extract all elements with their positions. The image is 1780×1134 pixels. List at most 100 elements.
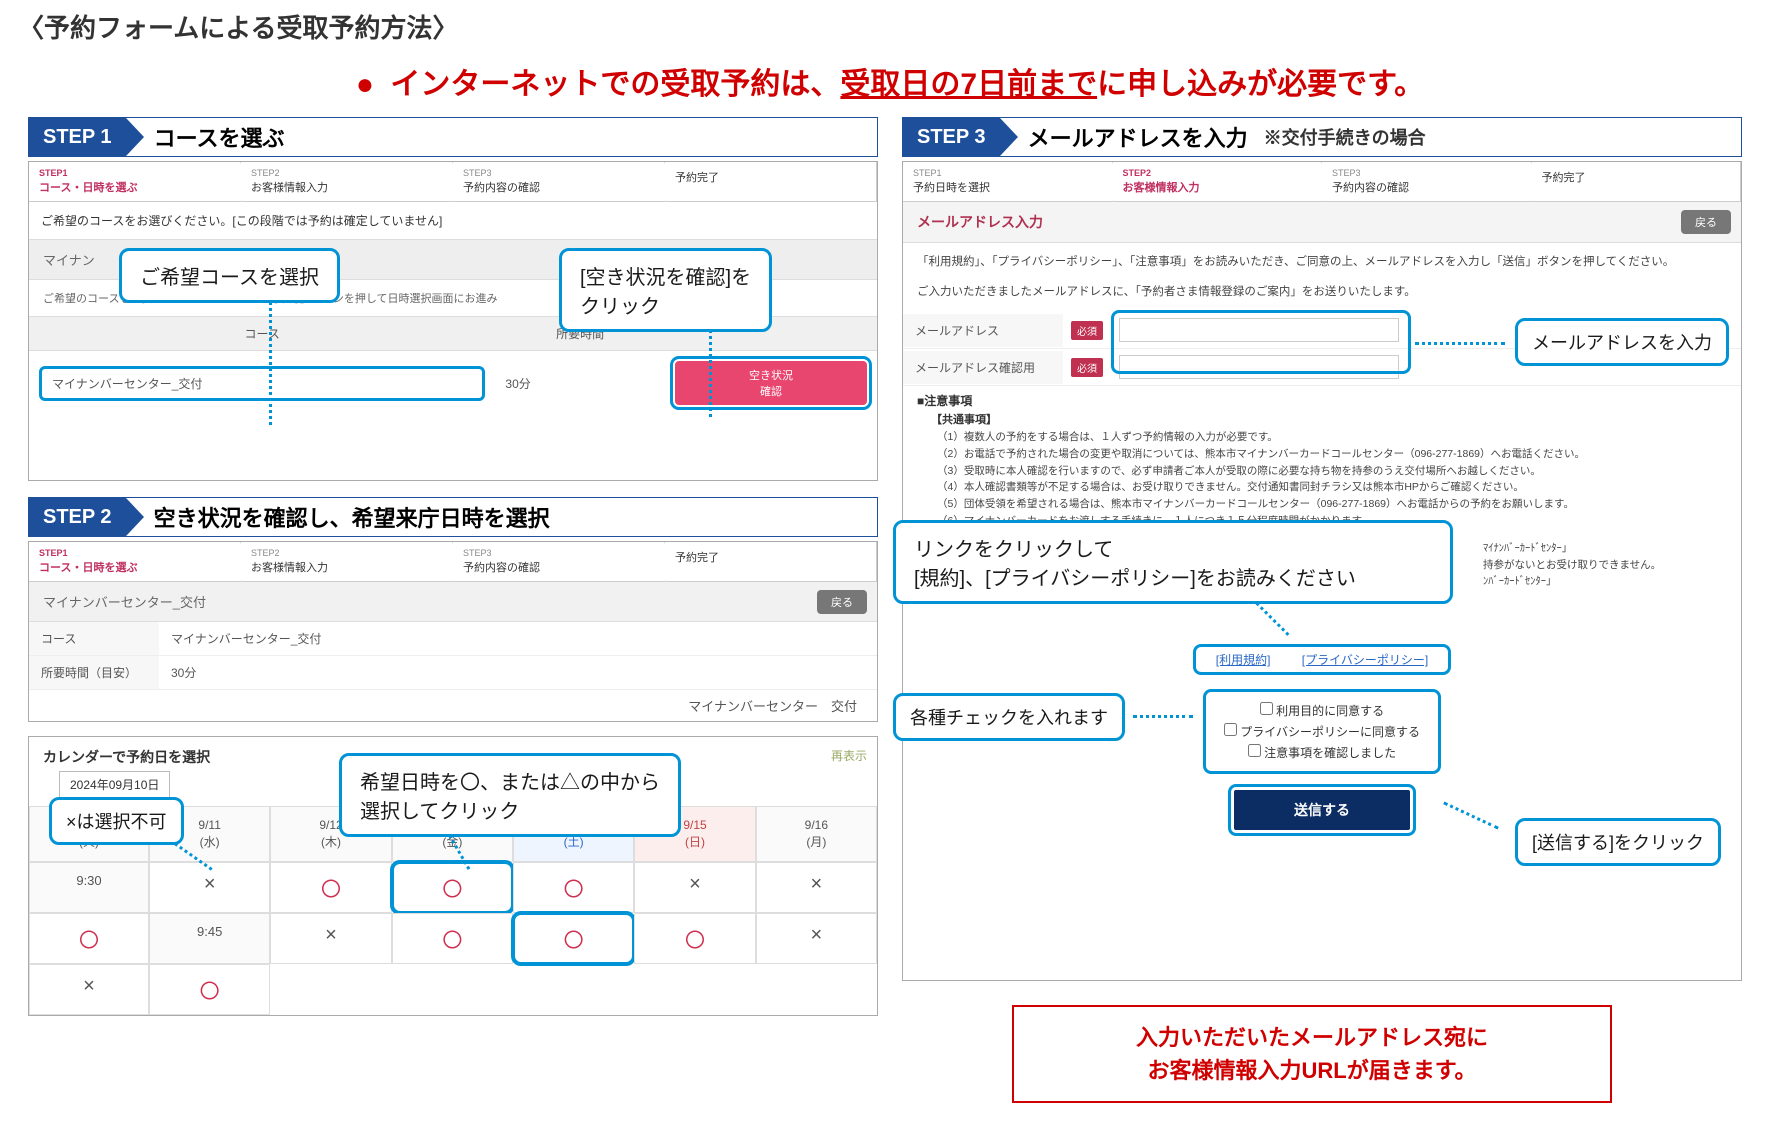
submit-button[interactable]: 送信する [1234, 790, 1410, 830]
callout-choose-course: ご希望コースを選択 [119, 248, 340, 303]
step1-title: コースを選ぶ [154, 121, 285, 153]
crumb3-step1: STEP1予約日時を選択 [903, 162, 1113, 201]
info-time-value: 30分 [159, 656, 877, 689]
warning-banner: インターネットでの受取予約は、受取日の7日前までに申し込みが必要です。 [0, 53, 1780, 117]
page-title: 〈予約フォームによる受取予約方法〉 [0, 0, 1780, 53]
checks-block: 各種チェックを入れます 利用目的に同意する プライバシーポリシーに同意する 注意… [903, 683, 1741, 784]
cal-slot: × [634, 862, 755, 913]
back-button-3[interactable]: 戻る [1681, 210, 1731, 234]
step2-subhead: マイナンバーセンター_交付 戻る [29, 582, 877, 622]
cal-slot[interactable]: 〇 [270, 862, 391, 913]
check-agree-purpose[interactable]: 利用目的に同意する [1224, 700, 1420, 721]
email-inputs-highlight [1111, 310, 1411, 374]
check-confirm-notice[interactable]: 注意事項を確認しました [1224, 742, 1420, 763]
cal-slot[interactable]: 〇 [392, 913, 513, 964]
callout-check-availability: [空き状況を確認]を クリック [559, 248, 772, 332]
step2-panel: STEP1コース・日時を選ぶ STEP2お客様情報入力 STEP3予約内容の確認… [28, 541, 878, 722]
cal-slot[interactable]: 〇 [513, 862, 634, 913]
link-terms[interactable]: [利用規約] [1208, 649, 1279, 671]
checks-highlight: 利用目的に同意する プライバシーポリシーに同意する 注意事項を確認しました [1203, 689, 1441, 774]
step3-note: ※交付手続きの場合 [1264, 124, 1426, 150]
crumb-step1[interactable]: STEP1コース・日時を選ぶ [29, 162, 241, 201]
cal-slot[interactable]: 〇 [149, 964, 270, 1015]
step3-badge: STEP 3 [903, 118, 1000, 156]
warning-prefix: インターネットでの受取予約は、 [390, 68, 840, 101]
cal-slot[interactable]: 〇 [29, 913, 149, 964]
link-privacy[interactable]: [プライバシーポリシー] [1294, 649, 1436, 671]
label-email-confirm: メールアドレス確認用 [903, 351, 1063, 384]
cal-time-1: 9:45 [149, 913, 270, 964]
crumb-done: 予約完了 [665, 162, 877, 201]
crumb3-done: 予約完了 [1532, 162, 1742, 201]
notice-item: （1）複数人の予約をする場合は、１人ずつ予約情報の入力が必要です。 [937, 429, 1707, 446]
email-body2: ご入力いただきましたメールアドレスに、「予約者さま情報登録のご案内」をお送りいた… [903, 283, 1741, 313]
notice-item: （3）受取時に本人確認を行いますので、必ず申請者ご本人が受取の際に必要な持ち物を… [937, 463, 1707, 480]
cal-slot-highlight[interactable]: 〇 [513, 913, 634, 964]
links-row: [利用規約] [プライバシーポリシー] [903, 636, 1741, 683]
crumb2-step1[interactable]: STEP1コース・日時を選ぶ [29, 542, 241, 581]
step2-title: 空き状況を確認し、希望来庁日時を選択 [154, 501, 550, 533]
info-time: 所要時間（目安） 30分 [29, 656, 877, 690]
notice-subheading: 【共通事項】 [903, 411, 1741, 427]
callout-pick-slot: 希望日時を〇、または△の中から 選択してクリック [339, 753, 681, 837]
crumb2-step2: STEP2お客様情報入力 [241, 542, 453, 581]
crumb3-step2[interactable]: STEP2お客様情報入力 [1113, 162, 1323, 201]
cal-slot[interactable]: 〇 [634, 913, 755, 964]
redisplay-link[interactable]: 再表示 [821, 743, 877, 768]
step2-caption: マイナンバーセンター 交付 [29, 690, 877, 721]
step2-header: STEP 2 空き状況を確認し、希望来庁日時を選択 [28, 497, 878, 537]
course-name-select[interactable]: マイナンバーセンター_交付 [39, 366, 485, 401]
notice-item: （4）本人確認書類等が不足する場合は、お受け取りできません。交付通知書同封チラシ… [937, 479, 1707, 496]
cal-slot-highlight[interactable]: 〇 [392, 862, 513, 913]
crumb2-step3: STEP3予約内容の確認 [453, 542, 665, 581]
notice-item: （2）お電話で予約された場合の変更や取消については、熊本市マイナンバーカードコー… [937, 446, 1707, 463]
callout-email-input: メールアドレスを入力 [1515, 318, 1729, 366]
crumb2-done: 予約完了 [665, 542, 877, 581]
step2-breadcrumbs: STEP1コース・日時を選ぶ STEP2お客様情報入力 STEP3予約内容の確認… [29, 542, 877, 582]
cal-slot: × [756, 862, 877, 913]
notice-heading: ■注意事項 [903, 386, 1741, 411]
callout-x-disabled: ×は選択不可 [49, 797, 184, 845]
final-message: 入力いただいたメールアドレス宛に お客様情報入力URLが届きます。 [1012, 1005, 1612, 1103]
callout-read-links: リンクをクリックして [規約]、[プライバシーポリシー]をお読みください [893, 520, 1453, 604]
warning-suffix: に申し込みが必要です。 [1097, 68, 1424, 101]
availability-button[interactable]: 空き状況 確認 [675, 361, 867, 405]
info-time-label: 所要時間（目安） [29, 656, 159, 689]
crumb-step2: STEP2お客様情報入力 [241, 162, 453, 201]
check-agree-privacy[interactable]: プライバシーポリシーに同意する [1224, 721, 1420, 742]
checkbox-icon[interactable] [1224, 723, 1237, 736]
crumb-step3: STEP3予約内容の確認 [453, 162, 665, 201]
crumb3-step3: STEP3予約内容の確認 [1322, 162, 1532, 201]
step1-panel: STEP1コース・日時を選ぶ STEP2お客様情報入力 STEP3予約内容の確認… [28, 161, 878, 481]
step3-header: STEP 3 メールアドレスを入力 ※交付手続きの場合 [902, 117, 1742, 157]
step2-badge: STEP 2 [29, 498, 126, 536]
step3-panel: STEP1予約日時を選択 STEP2お客様情報入力 STEP3予約内容の確認 予… [902, 161, 1742, 981]
submit-wrap: 送信する [送信する]をクリック [903, 784, 1741, 846]
checkbox-icon[interactable] [1260, 702, 1273, 715]
cal-slot: × [29, 964, 149, 1015]
step1-instruction: ご希望のコースをお選びください。[この段階では予約は確定していません] [29, 202, 877, 239]
info-course-value: マイナンバーセンター_交付 [159, 622, 877, 655]
step1-badge: STEP 1 [29, 118, 126, 156]
step3-title: メールアドレスを入力 [1028, 121, 1248, 153]
cal-slot: × [756, 913, 877, 964]
course-time: 30分 [495, 375, 665, 392]
label-email: メールアドレス [903, 314, 1063, 347]
step3-breadcrumbs: STEP1予約日時を選択 STEP2お客様情報入力 STEP3予約内容の確認 予… [903, 162, 1741, 202]
callout-submit: [送信する]をクリック [1515, 818, 1721, 866]
cal-slot: × [270, 913, 391, 964]
email-body1: 「利用規約」、「プライバシーポリシー」、「注意事項」をお読みいただき、ご同意の上… [903, 243, 1741, 283]
callout-checks: 各種チェックを入れます [893, 693, 1125, 741]
calendar-panel: カレンダーで予約日を選択 2024年09月10日 再表示 (火) 9/11(水)… [28, 736, 878, 1016]
required-badge: 必須 [1071, 321, 1103, 340]
th-course: コース [29, 317, 495, 350]
course-row: マイナンバーセンター_交付 30分 空き状況 確認 [29, 351, 877, 415]
warning-underline: 受取日の7日前まで [840, 68, 1097, 101]
calendar-date-input[interactable]: 2024年09月10日 [59, 771, 170, 798]
step1-header: STEP 1 コースを選ぶ [28, 117, 878, 157]
info-course: コース マイナンバーセンター_交付 [29, 622, 877, 656]
checkbox-icon[interactable] [1248, 744, 1261, 757]
required-badge: 必須 [1071, 358, 1103, 377]
step1-breadcrumbs: STEP1コース・日時を選ぶ STEP2お客様情報入力 STEP3予約内容の確認… [29, 162, 877, 202]
back-button[interactable]: 戻る [817, 590, 867, 614]
